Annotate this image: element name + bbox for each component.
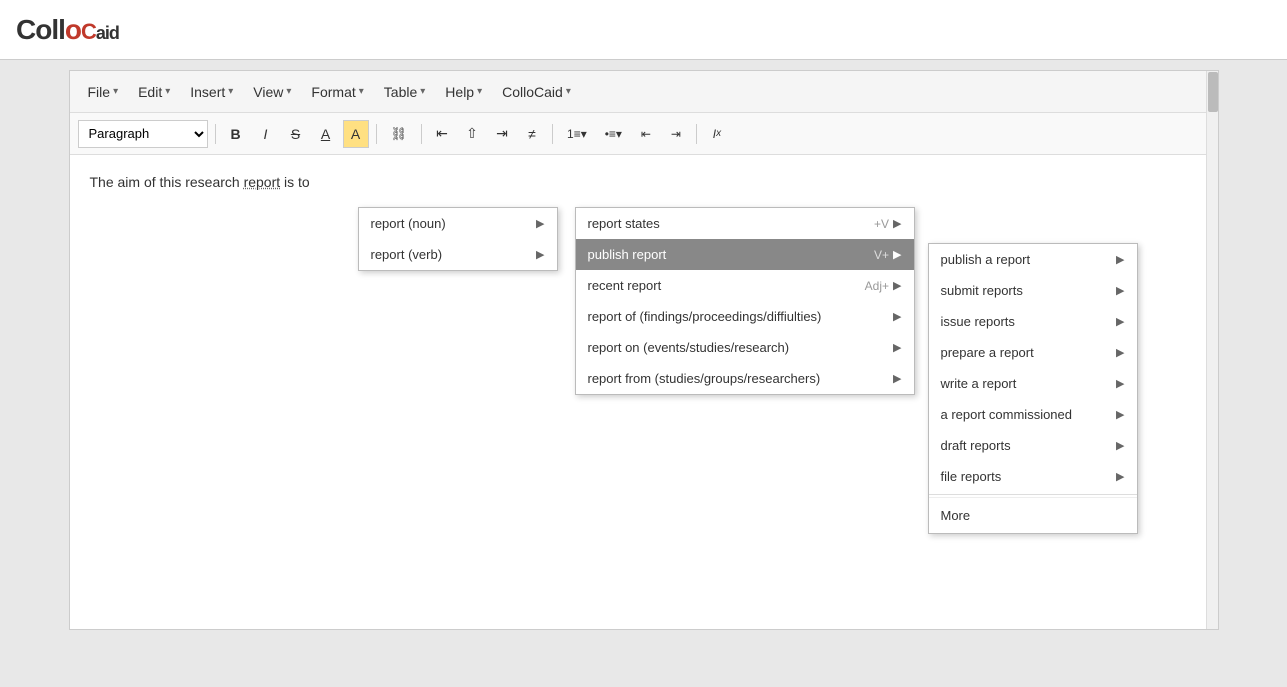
- clear-format-button[interactable]: Ix: [704, 120, 730, 148]
- ctx-more-button[interactable]: More: [929, 497, 1137, 533]
- ctx-item-publish-report[interactable]: publish report V+ ▶: [576, 239, 914, 270]
- toolbar-sep-3: [421, 124, 422, 144]
- draft-reports-arrow-icon: ▶: [1116, 439, 1124, 452]
- report-of-arrow-icon: ▶: [893, 310, 901, 323]
- indent-button[interactable]: ⇥: [663, 120, 689, 148]
- publish-report-arrow-icon: ▶: [893, 248, 901, 261]
- unordered-list-button[interactable]: •≡▾: [598, 120, 629, 148]
- report-from-arrow-icon: ▶: [893, 372, 901, 385]
- editor-paragraph: The aim of this research report is to: [90, 171, 1198, 193]
- ctx-item-report-of[interactable]: report of (findings/proceedings/diffiult…: [576, 301, 914, 332]
- context-menu-level3: publish a report ▶ submit reports ▶ issu…: [928, 243, 1138, 534]
- table-chevron-icon: ▾: [420, 86, 425, 97]
- report-verb-arrow-icon: ▶: [536, 248, 544, 261]
- highlight-button[interactable]: A: [343, 120, 369, 148]
- align-right-button[interactable]: ⇥: [489, 120, 515, 148]
- ctx-item-publish-a-report[interactable]: publish a report ▶: [929, 244, 1137, 275]
- prepare-a-report-arrow-icon: ▶: [1116, 346, 1124, 359]
- ctx-item-report-states[interactable]: report states +V ▶: [576, 208, 914, 239]
- write-a-report-arrow-icon: ▶: [1116, 377, 1124, 390]
- ctx-item-report-noun[interactable]: report (noun) ▶: [359, 208, 557, 239]
- context-menu-level2: report states +V ▶ publish report V+ ▶ r…: [575, 207, 915, 395]
- ctx-item-recent-report[interactable]: recent report Adj+ ▶: [576, 270, 914, 301]
- ctx-item-draft-reports[interactable]: draft reports ▶: [929, 430, 1137, 461]
- menu-insert[interactable]: Insert ▾: [180, 78, 243, 106]
- logo: ColloCaid: [16, 14, 119, 46]
- ctx-item-write-a-report[interactable]: write a report ▶: [929, 368, 1137, 399]
- file-chevron-icon: ▾: [113, 86, 118, 97]
- ctx-item-prepare-a-report[interactable]: prepare a report ▶: [929, 337, 1137, 368]
- menu-edit[interactable]: Edit ▾: [128, 78, 180, 106]
- top-bar: ColloCaid: [0, 0, 1287, 60]
- submit-reports-arrow-icon: ▶: [1116, 284, 1124, 297]
- ctx-item-report-from[interactable]: report from (studies/groups/researchers)…: [576, 363, 914, 394]
- menu-help[interactable]: Help ▾: [435, 78, 492, 106]
- editor-wrapper: File ▾ Edit ▾ Insert ▾ View ▾ Format ▾ T…: [69, 70, 1219, 630]
- file-reports-arrow-icon: ▶: [1116, 470, 1124, 483]
- edit-chevron-icon: ▾: [165, 86, 170, 97]
- ctx-item-issue-reports[interactable]: issue reports ▶: [929, 306, 1137, 337]
- publish-a-report-arrow-icon: ▶: [1116, 253, 1124, 266]
- logo-text: C: [16, 14, 35, 45]
- collocaid-chevron-icon: ▾: [566, 86, 571, 97]
- menu-file[interactable]: File ▾: [78, 78, 129, 106]
- bold-button[interactable]: B: [223, 120, 249, 148]
- menu-format[interactable]: Format ▾: [301, 78, 373, 106]
- view-chevron-icon: ▾: [286, 86, 291, 97]
- align-justify-button[interactable]: ≠: [519, 120, 545, 148]
- report-noun-arrow-icon: ▶: [536, 217, 544, 230]
- insert-chevron-icon: ▾: [228, 86, 233, 97]
- ctx-item-report-on[interactable]: report on (events/studies/research) ▶: [576, 332, 914, 363]
- toolbar-sep-1: [215, 124, 216, 144]
- context-menu-level1: report (noun) ▶ report (verb) ▶: [358, 207, 558, 271]
- text-before: The aim of this research: [90, 174, 244, 190]
- link-button[interactable]: ⛓: [384, 120, 415, 148]
- a-report-commissioned-arrow-icon: ▶: [1116, 408, 1124, 421]
- ordered-list-button[interactable]: 1≡▾: [560, 120, 594, 148]
- ctx-item-report-verb[interactable]: report (verb) ▶: [359, 239, 557, 270]
- font-color-button[interactable]: A: [313, 120, 339, 148]
- ctx-item-file-reports[interactable]: file reports ▶: [929, 461, 1137, 492]
- menu-collocaid[interactable]: ColloCaid ▾: [492, 78, 581, 106]
- toolbar-sep-2: [376, 124, 377, 144]
- toolbar: Paragraph Heading 1 Heading 2 B I S A A …: [70, 113, 1218, 155]
- report-states-arrow-icon: ▶: [893, 217, 901, 230]
- menu-bar: File ▾ Edit ▾ Insert ▾ View ▾ Format ▾ T…: [70, 71, 1218, 113]
- recent-report-arrow-icon: ▶: [893, 279, 901, 292]
- ctx-item-submit-reports[interactable]: submit reports ▶: [929, 275, 1137, 306]
- scrollbar-thumb[interactable]: [1208, 72, 1218, 112]
- text-after: is to: [280, 174, 310, 190]
- align-left-button[interactable]: ⇤: [429, 120, 455, 148]
- menu-view[interactable]: View ▾: [243, 78, 301, 106]
- toolbar-sep-5: [696, 124, 697, 144]
- issue-reports-arrow-icon: ▶: [1116, 315, 1124, 328]
- align-center-button[interactable]: ⇧: [459, 120, 485, 148]
- format-chevron-icon: ▾: [359, 86, 364, 97]
- italic-button[interactable]: I: [253, 120, 279, 148]
- help-chevron-icon: ▾: [477, 86, 482, 97]
- outdent-button[interactable]: ⇤: [633, 120, 659, 148]
- toolbar-sep-4: [552, 124, 553, 144]
- paragraph-select[interactable]: Paragraph Heading 1 Heading 2: [78, 120, 208, 148]
- ctx-separator: [929, 494, 1137, 495]
- highlighted-word[interactable]: report: [244, 174, 281, 190]
- strikethrough-button[interactable]: S: [283, 120, 309, 148]
- menu-table[interactable]: Table ▾: [374, 78, 436, 106]
- ctx-item-a-report-commissioned[interactable]: a report commissioned ▶: [929, 399, 1137, 430]
- editor-content[interactable]: The aim of this research report is to re…: [70, 155, 1218, 555]
- report-on-arrow-icon: ▶: [893, 341, 901, 354]
